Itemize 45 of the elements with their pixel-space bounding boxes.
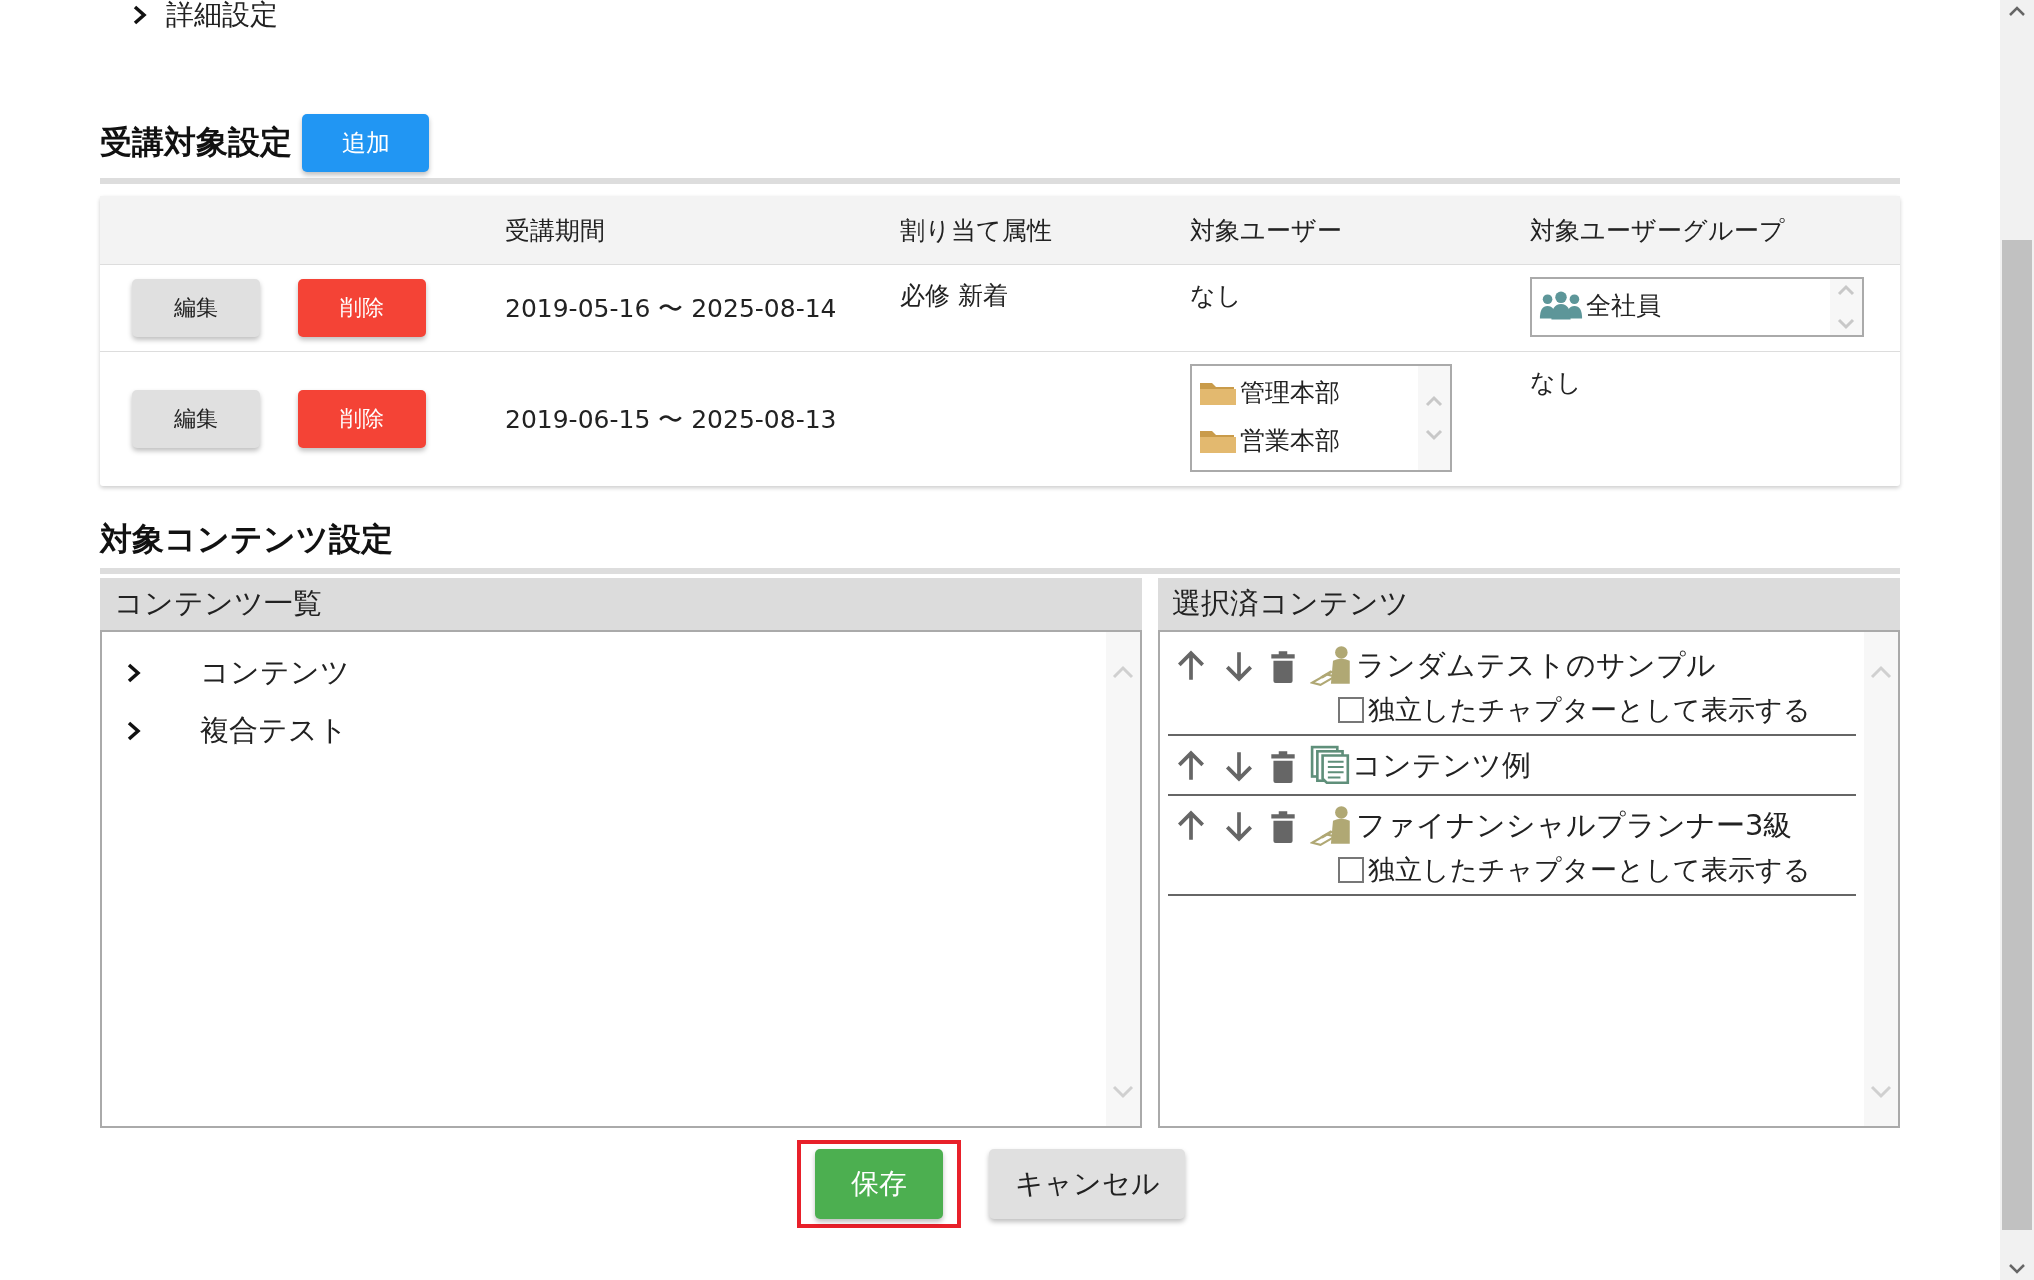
panel-header: 選択済コンテンツ — [1158, 578, 1900, 632]
list-item: 管理本部 — [1240, 376, 1340, 409]
list-item: 全社員 — [1586, 289, 1661, 322]
people-icon — [1538, 289, 1584, 321]
delete-button[interactable]: 削除 — [298, 279, 426, 337]
checkbox-label[interactable]: 独立したチャプターとして表示する — [1368, 692, 1811, 728]
list-box[interactable]: 管理本部 営業本部 — [1190, 364, 1452, 472]
scroll-down-icon[interactable] — [2007, 1262, 2027, 1276]
tree-item[interactable]: コンテンツ — [200, 653, 350, 693]
list-box[interactable]: 全社員 — [1530, 277, 1864, 337]
trash-icon[interactable] — [1270, 809, 1296, 843]
scroll-up-icon[interactable] — [2007, 4, 2027, 18]
checkbox[interactable] — [1338, 697, 1364, 723]
column-header: 割り当て属性 — [900, 215, 1052, 245]
section-title: 対象コンテンツ設定 — [100, 519, 393, 560]
period-cell-text: 2019-05-16 〜 2025-08-14 — [505, 292, 837, 325]
column-header: 受講期間 — [505, 215, 605, 245]
chevron-right-icon[interactable] — [132, 5, 148, 25]
period-cell-text: 2019-06-15 〜 2025-08-13 — [505, 403, 837, 436]
cancel-button[interactable]: キャンセル — [989, 1149, 1185, 1219]
attributes-cell: 必修 新着 — [900, 281, 1008, 310]
section-title: 受講対象設定 — [100, 122, 292, 163]
scrollbar-thumb[interactable] — [2002, 240, 2032, 1230]
panel-header: コンテンツ一覧 — [100, 578, 1142, 632]
column-header: 対象ユーザーグループ — [1530, 215, 1785, 245]
content-title: ファイナンシャルプランナー3級 — [1356, 807, 1793, 844]
checkbox[interactable] — [1338, 857, 1364, 883]
edit-button[interactable]: 編集 — [132, 279, 260, 337]
tree-item[interactable]: 複合テスト — [200, 711, 348, 751]
table-cell: なし — [1190, 281, 1242, 310]
table-cell: なし — [1530, 368, 1582, 397]
page-scrollbar[interactable] — [2000, 0, 2034, 1280]
chevron-right-icon[interactable] — [126, 721, 142, 741]
details-toggle[interactable]: 詳細設定 — [166, 0, 278, 34]
edit-button[interactable]: 編集 — [132, 390, 260, 448]
content-title: コンテンツ例 — [1352, 747, 1531, 784]
column-header: 対象ユーザー — [1190, 215, 1342, 245]
list-item: 営業本部 — [1240, 424, 1340, 457]
chevron-right-icon[interactable] — [126, 663, 142, 683]
delete-button[interactable]: 削除 — [298, 390, 426, 448]
trash-icon[interactable] — [1270, 749, 1296, 783]
content-title: ランダムテストのサンプル — [1356, 647, 1716, 684]
checkbox-label[interactable]: 独立したチャプターとして表示する — [1368, 852, 1811, 888]
documents-icon — [1310, 745, 1352, 787]
trash-icon[interactable] — [1270, 649, 1296, 683]
